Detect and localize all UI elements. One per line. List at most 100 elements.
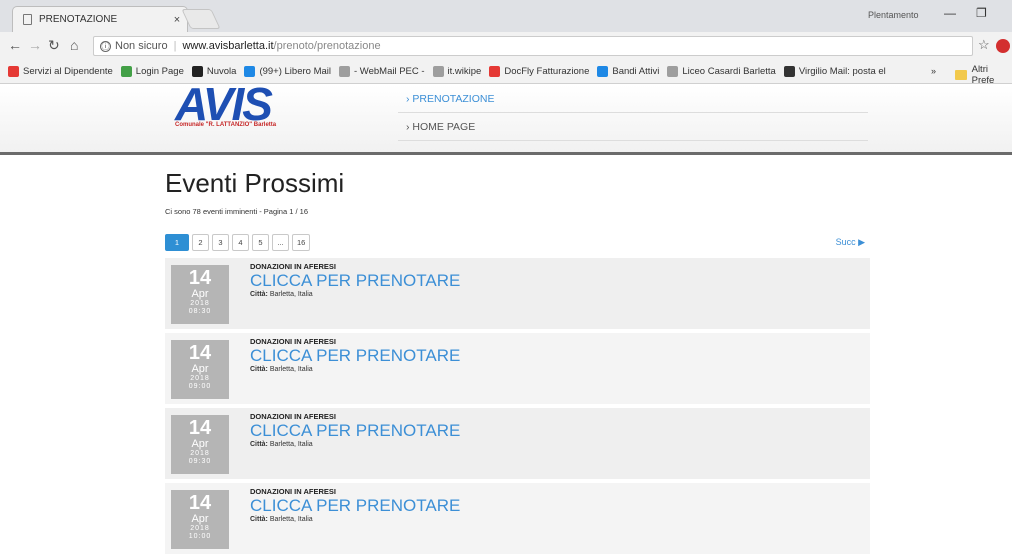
event-year: 2018 <box>190 300 210 307</box>
bookmark-item[interactable]: Virgilio Mail: posta el <box>783 66 886 77</box>
bookmark-item[interactable]: Servizi al Dipendente <box>8 66 113 77</box>
menu-item[interactable]: › PRENOTAZIONE <box>398 85 868 113</box>
page-button[interactable]: 1 <box>165 234 189 251</box>
bookmark-item[interactable]: Liceo Casardi Barletta <box>667 66 776 77</box>
event-city: Città: Barletta, Italia <box>250 441 313 448</box>
bookmark-item[interactable]: it.wikipe <box>432 66 482 77</box>
page-icon <box>23 14 32 25</box>
event-city-value: Barletta, Italia <box>269 291 313 298</box>
event-city: Città: Barletta, Italia <box>250 366 313 373</box>
logo-subtitle: Comunale "R. LATTANZIO" Barletta <box>175 122 277 128</box>
event-category: DONAZIONI IN AFERESI <box>250 487 336 496</box>
page-button[interactable]: 4 <box>232 234 249 251</box>
event-day: 14 <box>188 417 212 439</box>
event-row: 14 Apr 2018 09:00 DONAZIONI IN AFERESI CLICCA… <box>165 333 870 404</box>
bookmark-label: it.wikipe <box>447 66 482 77</box>
event-category: DONAZIONI IN AFERESI <box>250 262 336 271</box>
minimize-icon[interactable]: — <box>944 6 956 20</box>
event-month: Apr <box>191 363 209 375</box>
bookmarks-more-icon[interactable]: » <box>931 66 936 76</box>
profile-name[interactable]: Plentamento <box>868 10 919 20</box>
avis-logo[interactable]: AVIS Comunale "R. LATTANZIO" Barletta <box>175 78 345 145</box>
other-bookmarks[interactable]: Altri Prefe <box>955 64 1012 86</box>
event-date-badge: 14 Apr 2018 08:30 <box>171 265 229 324</box>
address-bar[interactable]: ⓘ Non sicuro | www.avisbarletta.it/preno… <box>93 36 973 56</box>
event-row: 14 Apr 2018 08:30 DONAZIONI IN AFERESI CLICCA… <box>165 258 870 329</box>
menu-item[interactable]: › HOME PAGE <box>398 113 868 141</box>
event-date-badge: 14 Apr 2018 10:00 <box>171 490 229 549</box>
events-summary: Ci sono 78 eventi imminenti - Pagina 1 /… <box>165 207 308 216</box>
pagination: 1 2 3 4 5... 16 <box>165 234 313 251</box>
page-button: ... <box>272 234 289 251</box>
event-month: Apr <box>191 288 209 300</box>
page-button[interactable]: 16 <box>292 234 311 251</box>
folder-icon <box>955 70 967 80</box>
event-city: Città: Barletta, Italia <box>250 291 313 298</box>
bookmark-label: Login Page <box>135 66 184 77</box>
bookmark-item[interactable]: Nuvola <box>191 66 237 77</box>
bookmark-item[interactable]: Login Page <box>120 66 184 77</box>
bookmark-favicon-icon <box>244 66 256 77</box>
browser-tab[interactable]: PRENOTAZIONE × <box>12 6 188 32</box>
next-page-link[interactable]: Succ ▶ <box>836 237 865 248</box>
bookmark-favicon-icon <box>783 66 795 77</box>
event-city-value: Barletta, Italia <box>269 516 313 523</box>
event-book-link[interactable]: CLICCA PER PRENOTARE <box>250 421 460 441</box>
tab-title: PRENOTAZIONE <box>39 14 118 25</box>
forward-icon[interactable]: → <box>28 37 42 53</box>
page-button[interactable]: 2 <box>192 234 209 251</box>
event-time: 09:00 <box>188 383 212 390</box>
site-menu: › PRENOTAZIONE › HOME PAGE <box>398 85 868 141</box>
event-month: Apr <box>191 513 209 525</box>
bookmark-label: DocFly Fatturazione <box>504 66 590 77</box>
page-button[interactable]: 3 <box>212 234 229 251</box>
bookmark-label: - WebMail PEC - <box>353 66 425 77</box>
bookmark-item[interactable]: - WebMail PEC - <box>338 66 425 77</box>
extension-icon[interactable] <box>996 39 1010 53</box>
bookmark-item[interactable]: (99+) Libero Mail <box>244 66 331 77</box>
event-book-link[interactable]: CLICCA PER PRENOTARE <box>250 496 460 516</box>
bookmark-favicon-icon <box>338 66 350 77</box>
event-category: DONAZIONI IN AFERESI <box>250 412 336 421</box>
bookmark-item[interactable]: DocFly Fatturazione <box>489 66 589 77</box>
event-book-link[interactable]: CLICCA PER PRENOTARE <box>250 346 460 366</box>
event-city-label: Città: <box>250 366 268 373</box>
event-city-label: Città: <box>250 516 268 523</box>
url-path: /prenoto/prenotazione <box>273 40 381 52</box>
event-city: Città: Barletta, Italia <box>250 516 313 523</box>
bookmark-label: Servizi al Dipendente <box>23 66 113 77</box>
address-separator: | <box>173 40 177 52</box>
bookmark-label: Nuvola <box>206 66 237 77</box>
bookmark-favicon-icon <box>191 66 203 77</box>
browser-toolbar: ← → ↻ ⌂ ⓘ Non sicuro | www.avisbarletta.… <box>0 32 1012 60</box>
event-category: DONAZIONI IN AFERESI <box>250 337 336 346</box>
bookmark-favicon-icon <box>489 66 501 77</box>
bookmark-label: Virgilio Mail: posta el <box>798 66 886 77</box>
main-content: Eventi Prossimi Ci sono 78 eventi immine… <box>165 168 870 554</box>
event-time: 09:30 <box>188 458 212 465</box>
restore-icon[interactable]: ❐ <box>976 6 987 20</box>
event-day: 14 <box>188 267 212 289</box>
info-icon[interactable]: ⓘ <box>100 40 111 52</box>
security-label: Non sicuro <box>115 40 168 52</box>
event-day: 14 <box>188 492 212 514</box>
event-city-label: Città: <box>250 441 268 448</box>
bookmark-item[interactable]: Bandi Attivi <box>597 66 659 77</box>
bookmark-star-icon[interactable]: ☆ <box>978 37 990 53</box>
back-icon[interactable]: ← <box>8 37 22 53</box>
event-year: 2018 <box>190 375 210 382</box>
event-year: 2018 <box>190 525 210 532</box>
reload-icon[interactable]: ↻ <box>48 37 60 54</box>
event-city-value: Barletta, Italia <box>269 366 313 373</box>
event-day: 14 <box>188 342 212 364</box>
bookmark-favicon-icon <box>8 66 19 77</box>
event-city-label: Città: <box>250 291 268 298</box>
bookmarks-bar: Servizi al Dipendente Login Page Nuvola (99… <box>0 60 1012 84</box>
page-button[interactable]: 5 <box>252 234 269 251</box>
event-book-link[interactable]: CLICCA PER PRENOTARE <box>250 271 460 291</box>
other-bookmarks-label: Altri Prefe <box>971 64 995 86</box>
event-date-badge: 14 Apr 2018 09:00 <box>171 340 229 399</box>
bookmark-favicon-icon <box>597 66 609 77</box>
bookmark-favicon-icon <box>120 66 132 77</box>
home-icon[interactable]: ⌂ <box>70 37 78 53</box>
